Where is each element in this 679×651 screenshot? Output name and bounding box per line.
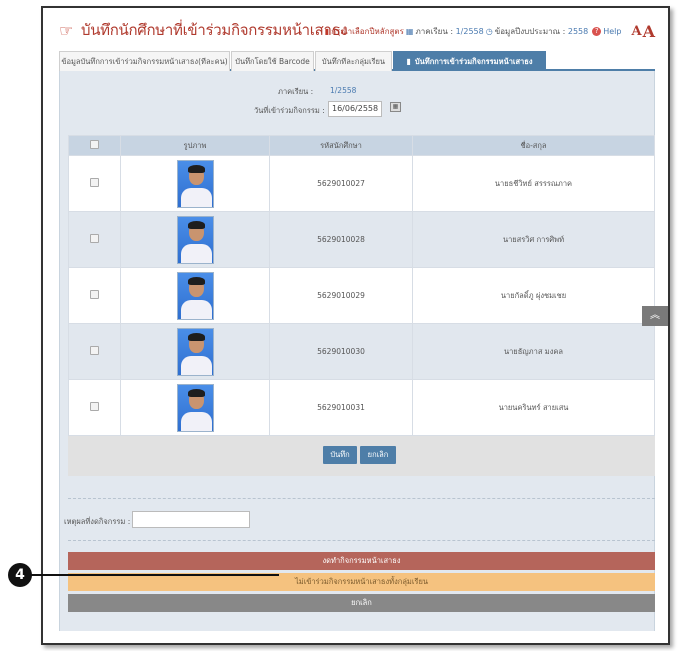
divider [68,498,655,499]
student-name: นายนครินทร์ สายเสน [412,379,655,436]
semester-label: ภาคเรียน : [415,27,454,36]
row-checkbox[interactable] [90,178,99,187]
help-link[interactable]: Help [603,27,621,36]
row-select-cell [68,155,121,212]
photo-cell [120,267,270,324]
cancel-activity-button[interactable]: งดทำกิจกรรมหน้าเสาธง [68,552,655,570]
table-row: 5629010030 นายธัญภาส มงคล [68,323,655,380]
column-header-photo: รูปภาพ [120,135,270,156]
row-checkbox[interactable] [90,290,99,299]
tab-bar: ข้อมูลบันทึกการเข้าร่วมกิจกรรมหน้าเสาธง(… [59,51,655,71]
content-panel: ภาคเรียน : 1/2558 วันที่เข้าร่วมกิจกรรม … [59,71,655,631]
student-id: 5629010027 [269,155,413,212]
app-window: ☞ บันทึกนักศึกษาที่เข้าร่วมกิจกรรมหน้าเส… [41,6,670,645]
row-select-cell [68,323,121,380]
table-row: 5629010031 นายนครินทร์ สายเสน [68,379,655,436]
student-name: นายสรวิศ การศิพท์ [412,211,655,268]
tab-group[interactable]: บันทึกทีละกลุ่มเรียน [315,51,392,71]
calendar-icon: ▦ [405,27,414,36]
table-actions: บันทึก ยกเลิก [68,436,655,476]
form-semester-label: ภาคเรียน : [278,87,314,96]
font-increase-button[interactable]: A [643,22,655,41]
student-name: นายธัญภาส มงคล [412,323,655,380]
help-icon[interactable]: ? [592,27,602,36]
page-title: บันทึกนักศึกษาที่เข้าร่วมกิจกรรมหน้าเสาธ… [81,21,348,39]
row-select-cell [68,211,121,268]
table-row: 5629010027 นายธชีวิทย์ สรรรณภาค [68,155,655,212]
photo-cell [120,211,270,268]
semester-value[interactable]: 1/2558 [456,27,484,36]
tab-label: บันทึกทีละกลุ่มเรียน [321,56,386,66]
row-select-cell [68,379,121,436]
student-name: นายกัลดิ์ภู ผุ่งชมเชย [412,267,655,324]
select-all-checkbox[interactable] [90,140,99,149]
page-header: ☞ บันทึกนักศึกษาที่เข้าร่วมกิจกรรมหน้าเส… [59,18,655,42]
divider [68,540,655,541]
row-select-cell [68,267,121,324]
student-table: รูปภาพ รหัสนักศึกษา ชื่อ-สกุล 5629010027… [68,135,655,436]
activity-date-input[interactable]: 16/06/2558 [328,101,382,117]
callout-number-badge: 4 [8,563,32,587]
tab-individual[interactable]: ข้อมูลบันทึกการเข้าร่วมกิจกรรมหน้าเสาธง(… [59,51,230,71]
student-photo [176,271,214,320]
select-all-header[interactable] [68,135,121,156]
row-checkbox[interactable] [90,234,99,243]
student-name: นายธชีวิทย์ สรรรณภาค [412,155,655,212]
tab-label: บันทึกการเข้าร่วมกิจกรรมหน้าเสาธง [414,56,533,66]
column-header-id: รหัสนักศึกษา [269,135,413,156]
table-header-row: รูปภาพ รหัสนักศึกษา ชื่อ-สกุล [68,135,655,156]
photo-cell [120,379,270,436]
cancel-all-button[interactable]: ยกเลิก [68,594,655,612]
table-row: 5629010028 นายสรวิศ การศิพท์ [68,211,655,268]
reason-label: เหตุผลที่งดกิจกรรม : [64,517,131,526]
activity-date-label: วันที่เข้าร่วมกิจกรรม : [254,106,325,115]
photo-cell [120,323,270,380]
student-photo [176,159,214,208]
student-photo [176,327,214,376]
form-semester-value: 1/2558 [330,86,357,95]
pointing-hand-icon: ☞ [59,20,74,40]
cancel-button[interactable]: ยกเลิก [360,446,396,464]
column-header-name: ชื่อ-สกุล [412,135,655,156]
student-id: 5629010030 [269,323,413,380]
save-button[interactable]: บันทึก [323,446,357,464]
student-id: 5629010028 [269,211,413,268]
scroll-to-top-button[interactable]: ︽ [642,306,668,326]
student-photo [176,215,214,264]
budget-value[interactable]: 2558 [568,27,588,36]
callout-pointer-line [31,574,279,576]
table-row: 5629010029 นายกัลดิ์ภู ผุ่งชมเชย [68,267,655,324]
header-info: ▮ กรุณาเลือกปีหลักสูตร ▦ ภาคเรียน : 1/25… [323,22,655,41]
font-decrease-button[interactable]: A [631,24,641,39]
reason-input[interactable] [132,511,250,528]
calendar-picker-icon[interactable]: ▦ [390,102,401,112]
tab-record-activity[interactable]: ▮ บันทึกการเข้าร่วมกิจกรรมหน้าเสาธง [393,51,546,71]
course-select-link[interactable]: กรุณาเลือกปีหลักสูตร [331,25,404,38]
budget-label: ข้อมูลปีงบประมาณ : [494,27,566,36]
photo-cell [120,155,270,212]
student-id: 5629010029 [269,267,413,324]
student-id: 5629010031 [269,379,413,436]
tab-barcode[interactable]: บันทึกโดยใช้ Barcode [231,51,314,71]
bookmark-icon: ▮ [406,57,411,66]
tab-label: ข้อมูลบันทึกการเข้าร่วมกิจกรรมหน้าเสาธง(… [61,56,228,66]
student-photo [176,383,214,432]
clock-icon: ◷ [485,27,493,36]
book-icon: ▮ [324,27,330,36]
row-checkbox[interactable] [90,402,99,411]
tab-label: บันทึกโดยใช้ Barcode [235,56,310,66]
row-checkbox[interactable] [90,346,99,355]
